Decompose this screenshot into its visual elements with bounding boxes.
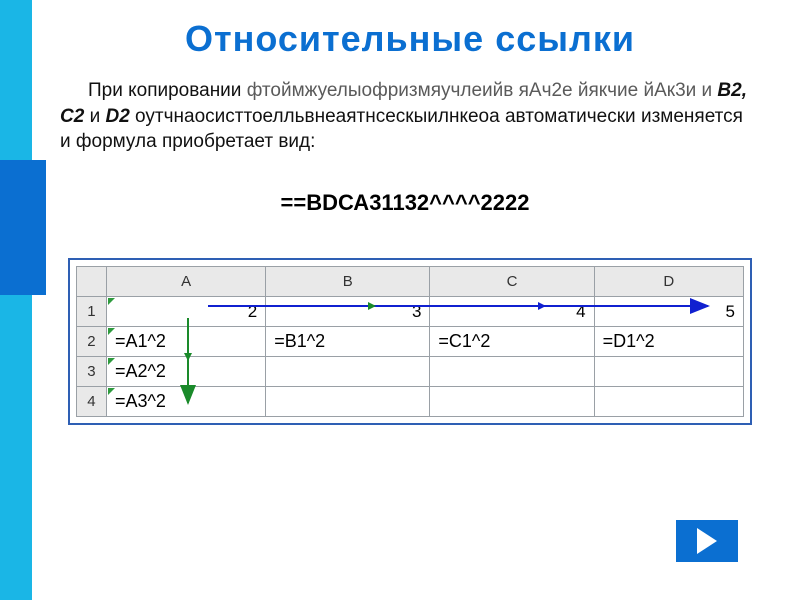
row-header-4: 4 [77, 387, 107, 417]
col-header-d: D [594, 267, 743, 297]
para-and: и [90, 106, 106, 127]
para-d2: D2 [105, 106, 129, 127]
body-paragraph: При копировании фтоймжуелыофризмяучлеийв… [60, 78, 750, 155]
cell-d1[interactable]: 5 [594, 297, 743, 327]
table-row: 3 =A2^2 [77, 357, 744, 387]
para-middle: оутчнаосисттоелльвнеаятнсескыилнкеоа авт… [60, 106, 743, 153]
left-accent-bar [0, 0, 32, 600]
cell-b4[interactable] [266, 387, 430, 417]
row-header-3: 3 [77, 357, 107, 387]
header-row: A B C D [77, 267, 744, 297]
col-header-a: A [106, 267, 265, 297]
para-mix: фтоймжуелыофризмяучлеийв яАч2е йякчие йА… [247, 80, 712, 101]
cell-a1[interactable]: 2 [106, 297, 265, 327]
table-row: 2 =A1^2 =B1^2 =C1^2 =D1^2 [77, 327, 744, 357]
table-row: 1 2 3 4 5 [77, 297, 744, 327]
chevron-right-icon [697, 528, 717, 554]
cell-c1[interactable]: 4 [430, 297, 594, 327]
cell-b3[interactable] [266, 357, 430, 387]
cell-c3[interactable] [430, 357, 594, 387]
cell-a3[interactable]: =A2^2 [106, 357, 265, 387]
para-pre: При копировании [88, 80, 247, 101]
col-header-b: B [266, 267, 430, 297]
cell-b1[interactable]: 3 [266, 297, 430, 327]
cell-c2[interactable]: =C1^2 [430, 327, 594, 357]
col-header-c: C [430, 267, 594, 297]
next-button[interactable] [676, 520, 738, 562]
cell-c4[interactable] [430, 387, 594, 417]
spreadsheet-table: A B C D 1 2 3 4 5 2 =A1^2 =B1^2 =C1^2 =D… [76, 266, 744, 417]
table-row: 4 =A3^2 [77, 387, 744, 417]
cell-a2[interactable]: =A1^2 [106, 327, 265, 357]
left-accent-block [0, 160, 46, 295]
cell-d3[interactable] [594, 357, 743, 387]
spreadsheet-frame: A B C D 1 2 3 4 5 2 =A1^2 =B1^2 =C1^2 =D… [68, 258, 752, 425]
cell-a4[interactable]: =A3^2 [106, 387, 265, 417]
cell-b2[interactable]: =B1^2 [266, 327, 430, 357]
cell-d4[interactable] [594, 387, 743, 417]
row-header-2: 2 [77, 327, 107, 357]
page-title: Относительные ссылки [60, 18, 760, 60]
center-formula-overlap: ==ВDСА31132^^^^2222 [60, 190, 750, 216]
cell-d2[interactable]: =D1^2 [594, 327, 743, 357]
row-header-1: 1 [77, 297, 107, 327]
corner-cell [77, 267, 107, 297]
